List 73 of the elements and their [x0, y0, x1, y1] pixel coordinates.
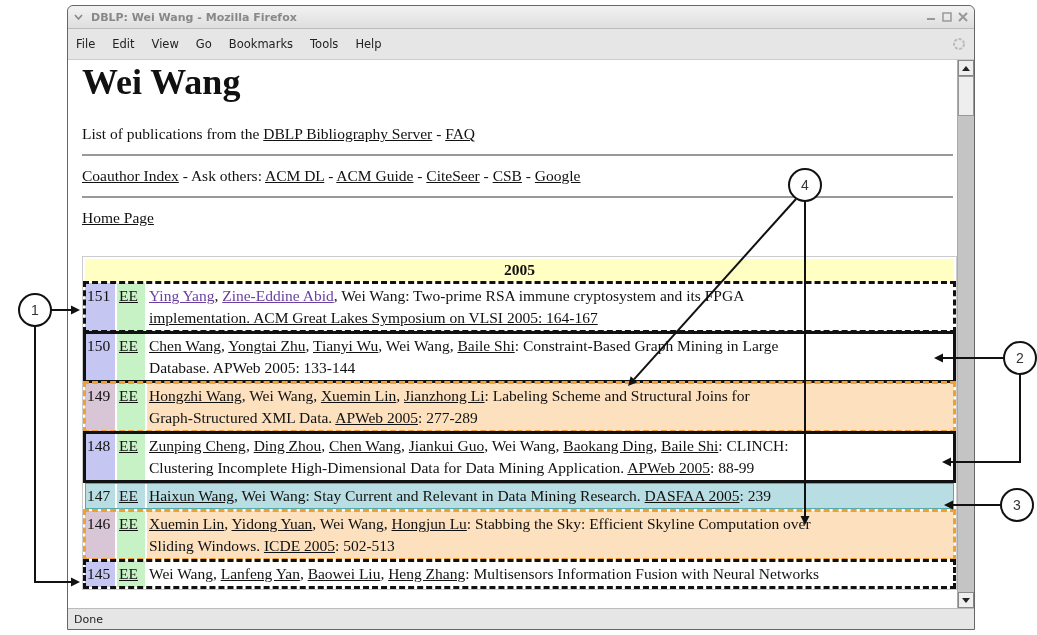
link[interactable]: Jianzhong Li: [404, 387, 485, 404]
link[interactable]: implementation. ACM Great Lakes Symposium on VLSI 2005: 164-167: [149, 309, 598, 326]
close-icon[interactable]: [958, 12, 968, 22]
throbber-icon: [952, 37, 966, 51]
chevron-icon[interactable]: [74, 14, 83, 20]
menu-item[interactable]: Bookmarks: [228, 37, 303, 51]
callout-arrow: [934, 353, 1005, 363]
menu-item[interactable]: File: [76, 37, 105, 51]
link[interactable]: CiteSeer: [426, 167, 480, 184]
window-title: DBLP: Wei Wang - Mozilla Firefox: [91, 10, 298, 24]
page-heading: Wei Wang: [82, 62, 242, 102]
publication-text: Clustering Incomplete High-Dimensional Data for Data Mining Application. APWeb 2005: 88-99: [149, 458, 756, 478]
link[interactable]: Google: [534, 167, 581, 184]
link[interactable]: Hongjun Lu: [391, 515, 467, 532]
year-header: 2005: [85, 259, 954, 281]
publication-text: Hongzhi Wang, Wei Wang, Xuemin Lin, Jianzhong Li: Labeling Scheme and Structural Joins for: [149, 386, 751, 406]
link[interactable]: Home Page: [82, 209, 154, 226]
callout-arrow: [50, 305, 80, 315]
publication-text: Wei Wang, Lanfeng Yan, Baowei Liu, Heng Zhang: Multisensors Information Fusion with Neural Networks: [149, 564, 821, 584]
publication-text: Database. APWeb 2005: 133-144: [149, 358, 357, 378]
publication-text: Haixun Wang, Wei Wang: Stay Current and Relevant in Data Mining Research. DASFAA 2005: 239: [149, 486, 772, 506]
link[interactable]: Lanfeng Yan: [220, 565, 300, 582]
publication-text: Sliding Windows. ICDE 2005: 502-513: [149, 536, 396, 556]
publication-number: 145: [85, 561, 115, 587]
publication-text: Graph-Structured XML Data. APWeb 2005: 277-289: [149, 408, 479, 428]
link[interactable]: Hongzhi Wang: [149, 387, 242, 404]
menu-item[interactable]: Go: [195, 37, 221, 51]
link[interactable]: FAQ: [445, 125, 476, 142]
callout-badge: 4: [788, 168, 822, 202]
link-line: Coauthor Index - Ask others: ACM DL - ACM Guide - CiteSeer - CSB - Google: [82, 166, 581, 186]
menu-item[interactable]: Tools: [310, 37, 348, 51]
scroll-thumb[interactable]: [958, 76, 974, 116]
callout-badge: 1: [18, 293, 52, 327]
maximize-icon[interactable]: [942, 12, 952, 22]
callout-badge: 3: [1000, 488, 1034, 522]
link[interactable]: Zunping Cheng: [149, 437, 246, 454]
publication-number: 147: [85, 483, 115, 509]
link[interactable]: Yongtai Zhu: [228, 337, 306, 354]
scrollbar[interactable]: [957, 60, 974, 608]
publication-text: Xuemin Lin, Yidong Yuan, Wei Wang, Hongjun Lu: Stabbing the Sky: Efficient Skyline Computation over: [149, 514, 812, 534]
down-arrow-icon: [962, 597, 970, 603]
link[interactable]: DBLP Bibliography Server: [263, 125, 433, 142]
menu-item[interactable]: View: [151, 37, 188, 51]
link[interactable]: Baile Shi: [457, 337, 515, 354]
link-line: List of publications from the DBLP Bibliography Server - FAQ: [82, 124, 476, 144]
link[interactable]: Ying Yang: [149, 287, 215, 304]
status-text: Done: [74, 612, 103, 626]
link[interactable]: Baowei Liu: [307, 565, 381, 582]
link[interactable]: CSB: [492, 167, 522, 184]
publication-number: 149: [85, 383, 115, 431]
scroll-down-button[interactable]: [958, 592, 974, 608]
link[interactable]: Zine-Eddine Abid: [222, 287, 334, 304]
menu-item[interactable]: Edit: [112, 37, 144, 51]
publication-number: 150: [85, 333, 115, 381]
up-arrow-icon: [962, 65, 970, 71]
link[interactable]: ACM DL: [265, 167, 325, 184]
publication-text: Zunping Cheng, Ding Zhou, Chen Wang, Jiankui Guo, Wei Wang, Baokang Ding, Baile Shi: CLINCH:: [149, 436, 790, 456]
link[interactable]: Baile Shi: [661, 437, 719, 454]
link[interactable]: APWeb 2005: [627, 459, 710, 476]
publication-number: 151: [85, 283, 115, 331]
link[interactable]: Haixun Wang: [149, 487, 234, 504]
link[interactable]: Heng Zhang: [388, 565, 466, 582]
scroll-up-button[interactable]: [958, 60, 974, 76]
link[interactable]: APWeb 2005: [335, 409, 418, 426]
link[interactable]: DASFAA 2005: [644, 487, 740, 504]
link[interactable]: ICDE 2005: [263, 537, 335, 554]
link[interactable]: Coauthor Index: [82, 167, 179, 184]
callout-arrow: [944, 500, 1002, 510]
menu-item[interactable]: Help: [355, 37, 391, 51]
publication-number: 146: [85, 511, 115, 559]
publication-number: 148: [85, 433, 115, 481]
link[interactable]: ACM Guide: [336, 167, 414, 184]
callout-badge: 2: [1003, 341, 1037, 375]
